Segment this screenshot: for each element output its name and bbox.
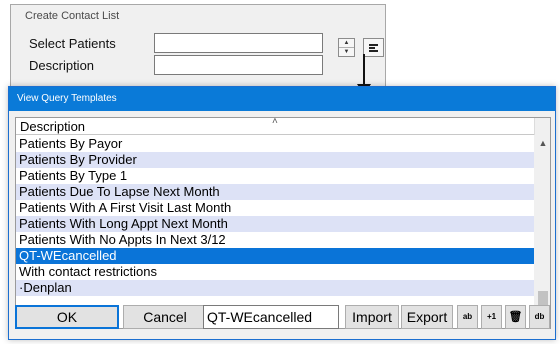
template-row[interactable]: Patients With A First Visit Last Month bbox=[16, 200, 534, 216]
cancel-button[interactable]: Cancel bbox=[123, 305, 207, 329]
template-row[interactable]: QT-WEcancelled bbox=[16, 248, 534, 264]
template-row[interactable]: Patients By Payor bbox=[16, 136, 534, 152]
spin-down-icon[interactable]: ▼ bbox=[339, 48, 354, 56]
pointer-arrow-line bbox=[363, 54, 365, 86]
template-row[interactable]: Patients By Provider bbox=[16, 152, 534, 168]
scroll-up-icon[interactable]: ▲ bbox=[534, 135, 550, 152]
grid-header[interactable]: Description ˄ bbox=[16, 118, 534, 135]
template-row[interactable]: Patients By Type 1 bbox=[16, 168, 534, 184]
delete-icon[interactable]: 🗑 bbox=[505, 305, 526, 329]
edit-icon[interactable]: ab bbox=[457, 305, 478, 329]
dialog-title: Create Contact List bbox=[25, 10, 120, 22]
export-button[interactable]: Export bbox=[401, 305, 453, 329]
sort-ascending-icon: ˄ bbox=[272, 117, 278, 127]
spin-up-icon[interactable]: ▲ bbox=[339, 39, 354, 47]
database-icon[interactable]: db bbox=[529, 305, 550, 329]
column-header-description[interactable]: Description bbox=[20, 119, 85, 134]
template-row[interactable]: Patients With No Appts In Next 3/12 bbox=[16, 232, 534, 248]
window-title: View Query Templates bbox=[9, 87, 555, 111]
template-name-input[interactable]: QT-WEcancelled bbox=[203, 305, 339, 329]
templates-list: Patients By Payor Patients By Provider Pat… bbox=[16, 136, 534, 296]
description-field[interactable] bbox=[154, 55, 323, 75]
select-patients-spinner[interactable]: ▲ ▼ bbox=[338, 38, 355, 57]
vertical-scrollbar[interactable]: ▲ ▼ bbox=[534, 135, 550, 328]
import-button[interactable]: Import bbox=[345, 305, 399, 329]
template-row[interactable]: Patients Due To Lapse Next Month bbox=[16, 184, 534, 200]
template-row[interactable]: ·Denplan bbox=[16, 280, 534, 296]
list-icon bbox=[369, 44, 378, 46]
create-contact-list-dialog: Create Contact List Select Patients ▲ ▼ … bbox=[10, 4, 386, 94]
ok-button[interactable]: OK bbox=[15, 305, 119, 329]
template-row[interactable]: With contact restrictions bbox=[16, 264, 534, 280]
select-patients-label: Select Patients bbox=[29, 36, 116, 51]
view-query-templates-window: View Query Templates Description ˄ Patie… bbox=[8, 86, 556, 340]
template-row[interactable]: Patients With Long Appt Next Month bbox=[16, 216, 534, 232]
view-query-templates-button[interactable] bbox=[363, 38, 384, 57]
select-patients-field[interactable] bbox=[154, 33, 323, 53]
templates-grid: Description ˄ Patients By Payor Patients … bbox=[15, 117, 551, 329]
add-icon[interactable]: +1 bbox=[481, 305, 502, 329]
description-label: Description bbox=[29, 58, 95, 73]
header-corner bbox=[534, 118, 550, 135]
